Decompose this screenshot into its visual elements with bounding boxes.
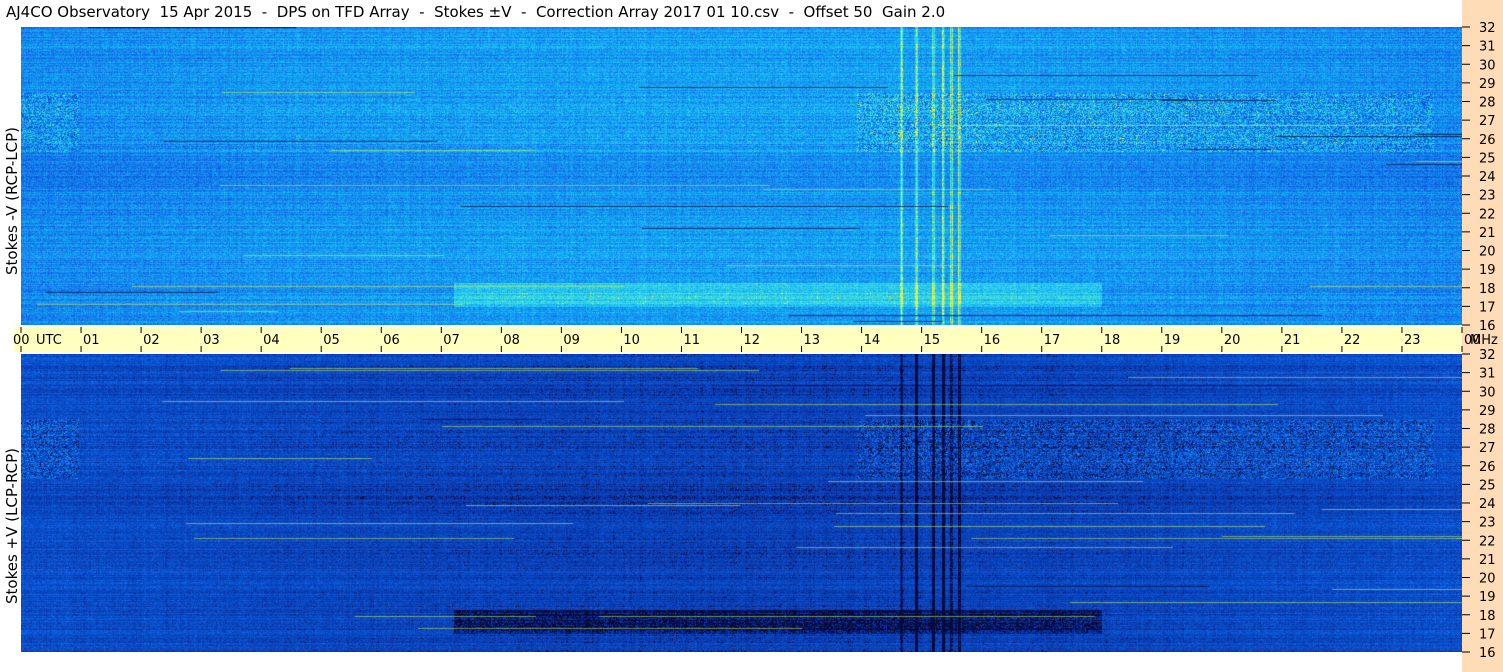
time-tick-label: 17 [1044, 333, 1061, 348]
freq-tick-label-bottom: 18 [1479, 609, 1496, 624]
freq-tick-label-top: 20 [1479, 245, 1496, 260]
freq-tick-label-bottom: 28 [1479, 423, 1496, 438]
time-tick-label: 06 [383, 333, 400, 348]
freq-tick-label-bottom: 22 [1479, 534, 1496, 549]
time-tick-label: 13 [804, 333, 821, 348]
freq-tick-label-top: 23 [1479, 189, 1496, 204]
freq-tick-label-bottom: 24 [1479, 497, 1496, 512]
time-tick-label: 15 [924, 333, 941, 348]
time-tick-label: 09 [563, 333, 580, 348]
freq-tick-label-bottom: 20 [1479, 572, 1496, 587]
time-tick-label: 21 [1284, 333, 1301, 348]
time-tick-label: 12 [744, 333, 761, 348]
mhz-label: MHz [1470, 333, 1498, 348]
freq-tick-label-top: 16 [1479, 319, 1496, 334]
freq-tick-label-top: 18 [1479, 282, 1496, 297]
time-tick-label: 03 [203, 333, 220, 348]
time-tick-label: 22 [1344, 333, 1361, 348]
time-tick-label: 10 [623, 333, 640, 348]
time-tick-label: 00 [13, 333, 30, 348]
time-tick-label: 01 [83, 333, 100, 348]
freq-tick-label-bottom: 31 [1479, 367, 1496, 382]
time-tick-label: 05 [323, 333, 340, 348]
freq-tick-label-top: 22 [1479, 207, 1496, 222]
freq-tick-label-top: 30 [1479, 58, 1496, 73]
time-tick-label: 04 [263, 333, 280, 348]
time-tick-label: 19 [1164, 333, 1181, 348]
time-tick-label: 23 [1404, 333, 1421, 348]
freq-tick-label-bottom: 25 [1479, 478, 1496, 493]
freq-tick-label-top: 29 [1479, 77, 1496, 92]
freq-tick-label-top: 21 [1479, 226, 1496, 241]
freq-tick-label-top: 32 [1479, 21, 1496, 36]
time-tick-label: 07 [443, 333, 460, 348]
axes-layer: 16 17 18 19 20 21 22 23 24 25 26 27 28 29 30 31 32 16 17 18… [13, 21, 1498, 661]
freq-tick-label-top: 26 [1479, 133, 1496, 148]
freq-tick-label-top: 31 [1479, 40, 1496, 55]
freq-tick-label-bottom: 30 [1479, 385, 1496, 400]
freq-tick-label-bottom: 21 [1479, 553, 1496, 568]
freq-tick-label-bottom: 23 [1479, 516, 1496, 531]
time-tick-label: 02 [143, 333, 160, 348]
freq-tick-label-bottom: 32 [1479, 348, 1496, 363]
freq-tick-label-bottom: 29 [1479, 404, 1496, 419]
freq-tick-label-bottom: 17 [1479, 627, 1496, 642]
freq-tick-label-bottom: 27 [1479, 441, 1496, 456]
freq-tick-label-top: 27 [1479, 114, 1496, 129]
freq-tick-label-top: 24 [1479, 170, 1496, 185]
freq-tick-label-bottom: 26 [1479, 460, 1496, 475]
time-tick-label: 20 [1224, 333, 1241, 348]
time-tick-label: 14 [864, 333, 881, 348]
freq-tick-label-top: 17 [1479, 300, 1496, 315]
freq-tick-label-bottom: 16 [1479, 646, 1496, 661]
utc-label: UTC [36, 333, 62, 348]
time-tick-label: 11 [683, 333, 700, 348]
freq-tick-label-top: 25 [1479, 151, 1496, 166]
time-tick-label: 18 [1104, 333, 1121, 348]
time-tick-label: 16 [984, 333, 1001, 348]
time-tick-label: 08 [503, 333, 520, 348]
freq-tick-label-top: 28 [1479, 96, 1496, 111]
freq-tick-label-bottom: 19 [1479, 590, 1496, 605]
freq-tick-label-top: 19 [1479, 263, 1496, 278]
